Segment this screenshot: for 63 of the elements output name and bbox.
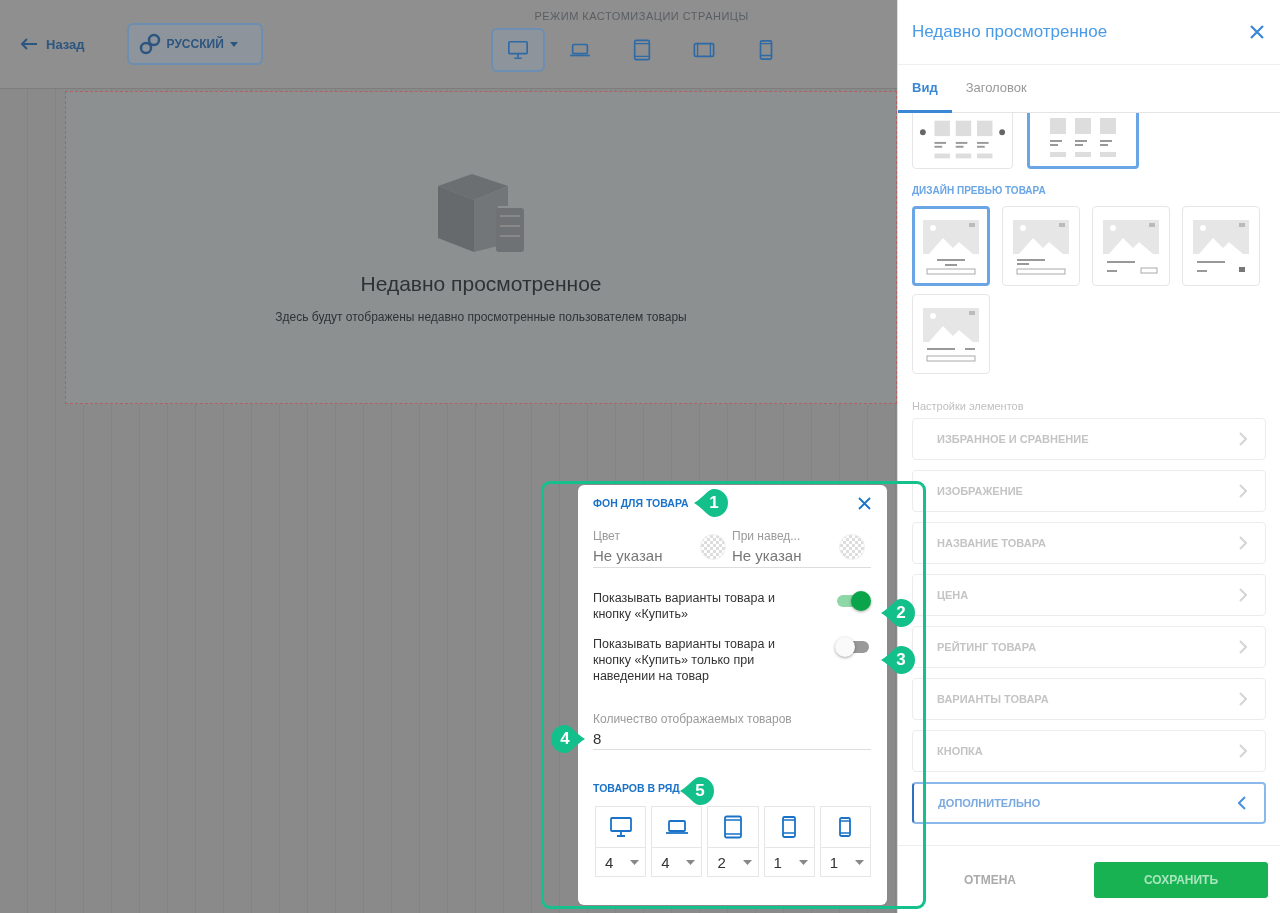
settings-section[interactable]: НАЗВАНИЕ ТОВАРА	[912, 522, 1266, 564]
settings-section[interactable]: ДОПОЛНИТЕЛЬНО	[912, 782, 1266, 824]
box-icon	[436, 171, 526, 254]
caret-icon	[798, 859, 808, 865]
tablet-icon	[721, 815, 745, 839]
panel-tab[interactable]: Заголовок	[951, 65, 1041, 113]
chevron-icon	[1239, 484, 1247, 498]
back-link[interactable]: Назад	[16, 32, 89, 56]
preview-design-option[interactable]	[912, 206, 990, 286]
chevron-icon	[1239, 692, 1247, 706]
toggle-switch[interactable]	[835, 591, 871, 611]
field-label: Количество отображаемых товаров	[593, 712, 793, 726]
color-field[interactable]: Не указан	[593, 547, 663, 564]
chevron-icon	[1239, 744, 1247, 758]
callout-marker: 2	[881, 599, 915, 627]
callout-marker: 5	[680, 777, 714, 805]
monitor-icon	[506, 39, 529, 61]
field-label: Цвет	[593, 529, 621, 543]
section-heading: Настройки элементов	[912, 400, 1025, 412]
caret-icon	[229, 41, 238, 47]
callout-marker: 1	[694, 489, 728, 517]
toggle-label: Показывать варианты товара и кнопку «Купить»	[593, 590, 776, 622]
cancel-button[interactable]: ОТМЕНА	[958, 871, 1022, 888]
chevron-icon	[1239, 536, 1247, 550]
settings-section[interactable]: ЦЕНА	[912, 574, 1266, 616]
toggle-label: Показывать варианты товара и кнопку «Купить» только при наведении на товар	[593, 636, 776, 684]
back-arrow-icon	[20, 38, 38, 50]
callout-marker: 4	[551, 725, 585, 753]
block-description: Здесь будут отображены недавно просмотренные пользователем товары	[275, 309, 687, 324]
link-chain-icon	[138, 33, 161, 55]
color-field[interactable]: Не указан	[732, 547, 802, 564]
settings-section[interactable]: ИЗБРАННОЕ И СРАВНЕНИЕ	[912, 418, 1266, 460]
count-field[interactable]: 8	[593, 730, 871, 747]
caret-icon	[855, 859, 864, 865]
monitor-icon	[608, 815, 633, 839]
chevron-icon	[1239, 640, 1247, 654]
field-label: При навед...	[732, 529, 802, 543]
chevron-icon	[1239, 588, 1247, 602]
toggle-switch[interactable]	[835, 637, 871, 657]
chevron-icon	[1239, 432, 1247, 446]
chevron-icon	[1238, 796, 1246, 810]
layout-option[interactable]	[1027, 113, 1139, 169]
close-button[interactable]	[1248, 23, 1266, 41]
transparent-swatch[interactable]	[839, 533, 865, 560]
close-icon	[1250, 25, 1264, 39]
section-heading: ТОВАРОВ В РЯД	[593, 782, 680, 794]
save-button[interactable]: СОХРАНИТЬ	[1094, 861, 1268, 898]
caret-icon	[630, 859, 640, 865]
panel-title: Недавно просмотренное	[912, 22, 1108, 42]
settings-section[interactable]: КНОПКА	[912, 730, 1266, 772]
popup-title: ФОН ДЛЯ ТОВАРА	[593, 497, 689, 509]
transparent-swatch[interactable]	[700, 533, 726, 560]
close-icon[interactable]	[858, 496, 871, 510]
section-heading: ДИЗАЙН ПРЕВЬЮ ТОВАРА	[912, 185, 1047, 196]
caret-icon	[742, 859, 752, 865]
settings-section[interactable]: РЕЙТИНГ ТОВАРА	[912, 626, 1266, 668]
device-mode-button[interactable]	[490, 28, 545, 72]
caret-icon	[686, 859, 696, 865]
block-title: Недавно просмотренное	[360, 271, 602, 296]
settings-section[interactable]: ИЗОБРАЖЕНИЕ	[912, 470, 1266, 512]
callout-marker: 3	[881, 646, 915, 674]
settings-section[interactable]: ВАРИАНТЫ ТОВАРА	[912, 678, 1266, 720]
language-dropdown[interactable]: РУССКИЙ	[126, 23, 263, 65]
